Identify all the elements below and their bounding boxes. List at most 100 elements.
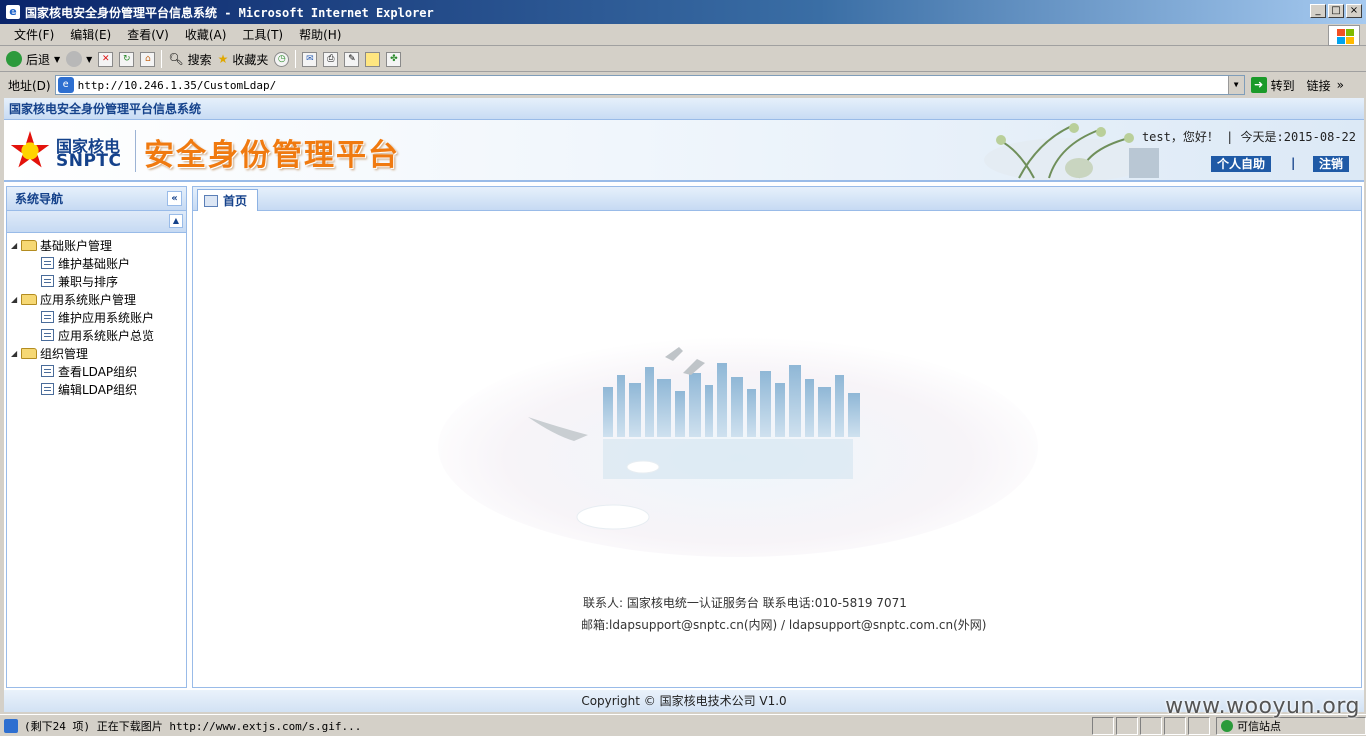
menu-edit[interactable]: 编辑(E) bbox=[62, 26, 119, 43]
toolbar-separator bbox=[295, 50, 297, 68]
form-icon bbox=[41, 311, 54, 323]
collapse-left-icon[interactable]: « bbox=[167, 191, 182, 206]
tree-group-label: 基础账户管理 bbox=[40, 238, 113, 253]
tree-group-org-management[interactable]: ◢ 组织管理 bbox=[11, 344, 186, 362]
maximize-button[interactable]: □ bbox=[1328, 4, 1344, 18]
address-url[interactable]: http://10.246.1.35/CustomLdap/ bbox=[78, 79, 1228, 92]
tree-group-app-accounts[interactable]: ◢ 应用系统账户管理 bbox=[11, 290, 186, 308]
watermark: www.wooyun.org bbox=[1165, 694, 1360, 719]
tab-home[interactable]: 首页 bbox=[197, 189, 259, 211]
trusted-check-icon bbox=[1221, 719, 1233, 732]
menu-help[interactable]: 帮助(H) bbox=[291, 26, 349, 43]
loading-page-icon bbox=[4, 718, 18, 733]
history-icon[interactable]: ◷ bbox=[274, 51, 290, 67]
tree-item-app-accounts-overview[interactable]: 应用系统账户总览 bbox=[11, 326, 186, 344]
browser-toolbar: 后退 ▼ ▼ ✕ ↻ ⌂ 🔍︎ 搜索 ★ 收藏夹 ◷ ✉ ⎙ ✎ ✤ bbox=[0, 47, 1366, 72]
mail-icon[interactable]: ✉ bbox=[302, 51, 318, 67]
expand-arrow-icon[interactable]: ◢ bbox=[11, 241, 21, 250]
discuss-icon[interactable] bbox=[365, 51, 381, 67]
form-icon bbox=[41, 383, 54, 395]
logout-button[interactable]: 注销 bbox=[1313, 156, 1350, 172]
snptc-logo-icon bbox=[10, 131, 50, 168]
tree-item-parttime-sorting[interactable]: 兼职与排序 bbox=[11, 272, 186, 290]
form-icon bbox=[41, 275, 54, 287]
banner: 国家核电 SNPTC 安全身份管理平台 test，您好！ | 今天是:2015-… bbox=[4, 120, 1364, 182]
tree-group-basic-accounts[interactable]: ◢ 基础账户管理 bbox=[11, 236, 186, 254]
status-cell bbox=[1092, 716, 1114, 735]
links-button[interactable]: 链接 bbox=[1307, 77, 1331, 94]
window-title: 国家核电安全身份管理平台信息系统 - Microsoft Internet Ex… bbox=[25, 5, 434, 20]
status-cell bbox=[1116, 716, 1138, 735]
links-chevron-icon[interactable]: » bbox=[1337, 78, 1344, 92]
address-dropdown-icon[interactable]: ▼ bbox=[1227, 76, 1244, 94]
back-label: 后退 bbox=[26, 52, 51, 67]
nav-panel: 系统导航 « ▲ ◢ 基础账户管理 维护基础账户 兼职与排序 ◢ 应用系统账户管… bbox=[6, 186, 187, 688]
tree-group-label: 应用系统账户管理 bbox=[40, 292, 137, 307]
contact-email: 邮箱:ldapsupport@snptc.cn(内网) / ldapsuppor… bbox=[581, 618, 987, 632]
tabstrip: 首页 bbox=[193, 187, 1361, 211]
stop-icon[interactable]: ✕ bbox=[98, 51, 114, 67]
home-icon[interactable]: ⌂ bbox=[140, 51, 156, 67]
user-greeting: test，您好！ | 今天是:2015-08-22 bbox=[1141, 130, 1356, 144]
menu-view[interactable]: 查看(V) bbox=[119, 26, 177, 43]
forward-button[interactable]: ▼ bbox=[66, 51, 92, 67]
tree-item-maintain-app-accounts[interactable]: 维护应用系统账户 bbox=[11, 308, 186, 326]
tree-item-edit-ldap-org[interactable]: 编辑LDAP组织 bbox=[11, 380, 186, 398]
collapse-up-icon[interactable]: ▲ bbox=[169, 214, 183, 228]
window-controls: _ □ × bbox=[1310, 4, 1362, 18]
address-label: 地址(D) bbox=[8, 78, 51, 93]
address-input[interactable]: e http://10.246.1.35/CustomLdap/ ▼ bbox=[54, 75, 1245, 95]
nav-tree: ◢ 基础账户管理 维护基础账户 兼职与排序 ◢ 应用系统账户管理 维护应用系统账… bbox=[7, 233, 186, 398]
minimize-button[interactable]: _ bbox=[1310, 4, 1326, 18]
expand-arrow-icon[interactable]: ◢ bbox=[11, 349, 21, 358]
tree-item-view-ldap-org[interactable]: 查看LDAP组织 bbox=[11, 362, 186, 380]
search-label: 搜索 bbox=[187, 52, 212, 67]
menu-favorites[interactable]: 收藏(A) bbox=[177, 26, 235, 43]
forward-dropdown-icon[interactable]: ▼ bbox=[86, 55, 92, 64]
toolbar-separator bbox=[161, 50, 163, 68]
folder-icon bbox=[21, 347, 37, 359]
tree-item-label: 应用系统账户总览 bbox=[58, 328, 155, 343]
close-button[interactable]: × bbox=[1346, 4, 1362, 18]
messenger-icon[interactable]: ✤ bbox=[386, 51, 402, 67]
favorites-button[interactable]: ★ 收藏夹 bbox=[218, 51, 269, 68]
page-icon: e bbox=[57, 77, 74, 93]
platform-title: 安全身份管理平台 bbox=[144, 138, 400, 173]
contact-info: 联系人: 国家核电统一认证服务台 联系电话:010-5819 7071 bbox=[583, 596, 907, 610]
zone-label: 可信站点 bbox=[1237, 719, 1281, 733]
back-button[interactable]: 后退 ▼ bbox=[6, 51, 60, 68]
expand-arrow-icon[interactable]: ◢ bbox=[11, 295, 21, 304]
refresh-icon[interactable]: ↻ bbox=[119, 51, 135, 67]
header-button-separator: | bbox=[1291, 156, 1296, 170]
print-icon[interactable]: ⎙ bbox=[323, 51, 339, 67]
status-cells bbox=[1092, 716, 1210, 735]
go-button[interactable]: ➜ 转到 bbox=[1250, 77, 1295, 94]
tree-item-maintain-basic-accounts[interactable]: 维护基础账户 bbox=[11, 254, 186, 272]
form-icon bbox=[41, 365, 54, 377]
tree-item-label: 维护应用系统账户 bbox=[58, 310, 155, 325]
menubar: 文件(F) 编辑(E) 查看(V) 收藏(A) 工具(T) 帮助(H) bbox=[0, 24, 1366, 46]
go-label: 转到 bbox=[1270, 78, 1295, 93]
status-text: (剩下24 项) 正在下载图片 http://www.extjs.com/s.g… bbox=[24, 719, 362, 733]
logo-en-text: SNPTC bbox=[56, 151, 122, 171]
search-button[interactable]: 🔍︎ 搜索 bbox=[168, 51, 211, 68]
star-icon: ★ bbox=[217, 52, 229, 66]
windows-logo-icon bbox=[1328, 25, 1360, 46]
self-service-button[interactable]: 个人自助 bbox=[1211, 156, 1272, 172]
security-zone[interactable]: 可信站点 bbox=[1216, 716, 1366, 735]
menu-file[interactable]: 文件(F) bbox=[6, 26, 62, 43]
home-tab-icon bbox=[204, 194, 218, 207]
tree-item-label: 编辑LDAP组织 bbox=[58, 382, 138, 397]
back-dropdown-icon[interactable]: ▼ bbox=[54, 55, 60, 64]
folder-icon bbox=[21, 239, 37, 251]
form-icon bbox=[41, 257, 54, 269]
edit-icon[interactable]: ✎ bbox=[344, 51, 360, 67]
folder-icon bbox=[21, 293, 37, 305]
menu-tools[interactable]: 工具(T) bbox=[234, 26, 291, 43]
plant-decoration-image bbox=[984, 123, 1159, 180]
status-cell bbox=[1188, 716, 1210, 735]
back-arrow-icon bbox=[6, 51, 22, 67]
nav-subheader: ▲ bbox=[7, 211, 186, 233]
favorites-label: 收藏夹 bbox=[232, 52, 269, 67]
nav-title: 系统导航 bbox=[15, 192, 64, 206]
